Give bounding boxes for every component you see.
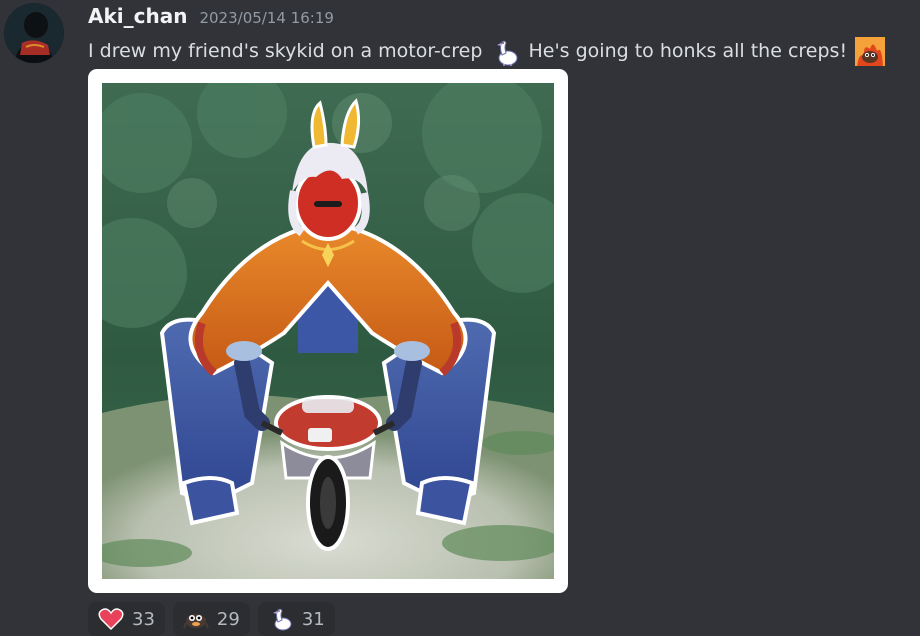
reaction-count: 29 xyxy=(216,608,240,630)
heart-icon xyxy=(98,606,124,632)
message-text-part1: I drew my friend's skykid on a motor-cre… xyxy=(88,40,483,62)
message-header: Aki_chan 2023/05/14 16:19 xyxy=(88,4,334,32)
image-attachment[interactable] xyxy=(88,69,568,593)
illustration-skykid-on-motorbike-image xyxy=(102,83,554,579)
timestamp[interactable]: 2023/05/14 16:19 xyxy=(199,9,333,27)
reaction-crab[interactable]: 29 xyxy=(172,602,250,636)
avatar[interactable] xyxy=(4,3,64,63)
reaction-count: 31 xyxy=(301,608,325,630)
goose-emoji-icon[interactable] xyxy=(490,37,520,67)
goose-emoji-icon xyxy=(268,606,294,632)
message-content: I drew my friend's skykid on a motor-cre… xyxy=(88,36,920,66)
username[interactable]: Aki_chan xyxy=(88,4,187,28)
avatar-image xyxy=(4,3,64,63)
crab-emoji-icon xyxy=(182,606,209,632)
reaction-goose[interactable]: 31 xyxy=(257,602,335,636)
reaction-heart[interactable]: 33 xyxy=(88,602,165,636)
reaction-count: 33 xyxy=(132,608,155,630)
reactions-bar: 33 29 31 xyxy=(88,602,335,636)
message-view: Aki_chan 2023/05/14 16:19 I drew my frie… xyxy=(0,0,920,636)
message-text-part2: He's going to honks all the creps! xyxy=(528,40,848,62)
fire-crab-emoji-icon[interactable] xyxy=(855,36,886,66)
